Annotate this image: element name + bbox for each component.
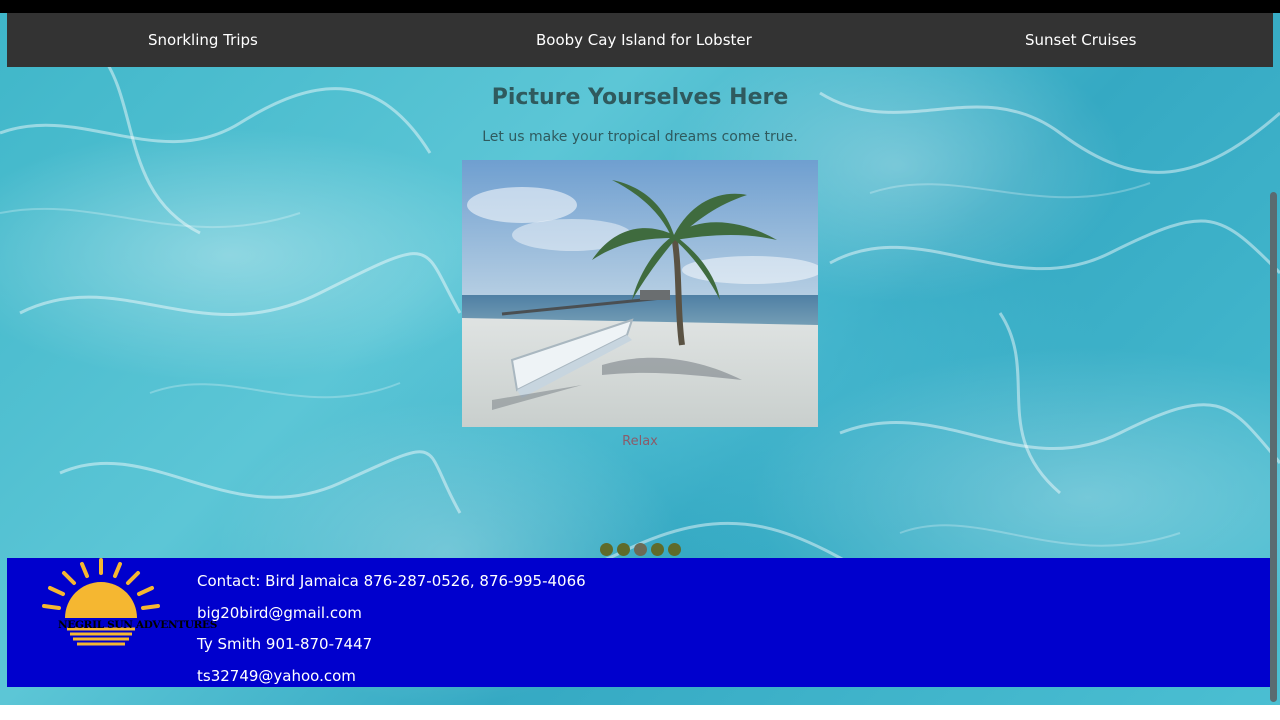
vertical-scrollbar[interactable] [1270,192,1277,702]
browser-top-edge [0,0,1280,13]
slide-caption: Relax [622,434,658,449]
slide-dot-3[interactable] [633,543,647,556]
top-navigation-bar: Snorkling Trips Booby Cay Island for Lob… [7,13,1273,67]
slide-title: Picture Yourselves Here [491,85,789,110]
contact-footer: NEGRIL SUN ADVENTURES Contact: Bird Jama… [7,558,1273,687]
logo-text: NEGRIL SUN ADVENTURES [58,619,218,631]
slide-subtitle: Let us make your tropical dreams come tr… [482,129,798,145]
nav-link-sunset-cruises[interactable]: Sunset Cruises [1025,31,1136,49]
beach-palm-tree-photo [462,160,818,427]
slideshow: Picture Yourselves Here Let us make your… [0,67,1280,557]
browser-bottom-edge [0,705,1280,720]
contact-phone-ty: Ty Smith 901-870-7447 [197,635,373,653]
slide-dot-5[interactable] [667,543,681,556]
nav-link-booby-cay-island[interactable]: Booby Cay Island for Lobster [536,31,752,49]
slide-dot-4[interactable] [650,543,664,556]
contact-email-bird[interactable]: big20bird@gmail.com [197,604,586,636]
sun-logo: NEGRIL SUN ADVENTURES [32,558,217,653]
slide-dot-2[interactable] [616,543,630,556]
contact-phone-bird: Contact: Bird Jamaica 876-287-0526, 876-… [197,572,586,590]
slideshow-dots [0,543,1280,556]
contact-details: Contact: Bird Jamaica 876-287-0526, 876-… [197,572,586,698]
contact-email-ty[interactable]: ts32749@yahoo.com [197,667,586,699]
slide-dot-1[interactable] [599,543,613,556]
nav-link-snorkling-trips[interactable]: Snorkling Trips [148,31,258,49]
